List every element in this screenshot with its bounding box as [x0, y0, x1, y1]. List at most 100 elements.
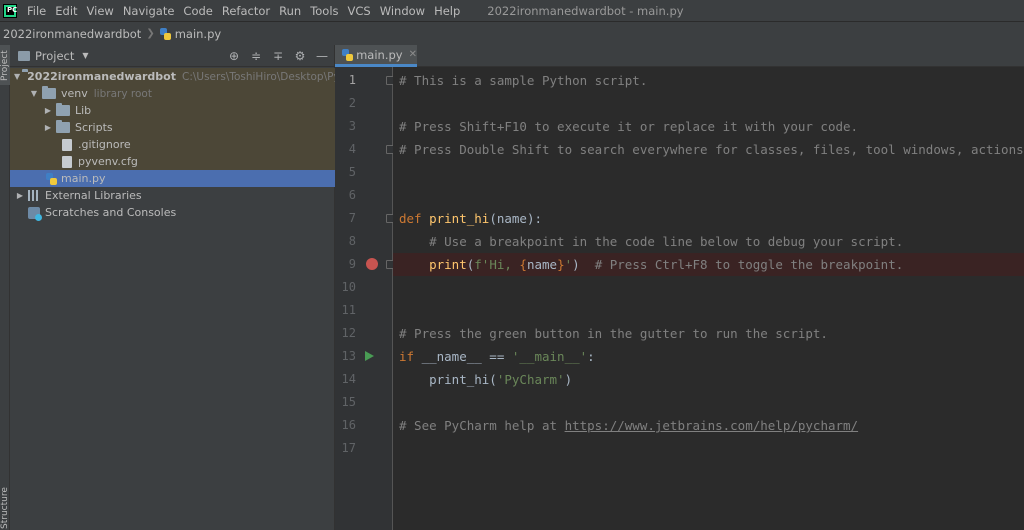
- python-file-icon: [342, 48, 354, 61]
- gear-icon[interactable]: ⚙: [294, 50, 306, 62]
- project-panel-title[interactable]: Project: [35, 49, 74, 63]
- code-line[interactable]: print_hi('PyCharm'): [393, 368, 1024, 391]
- help-link[interactable]: https://www.jetbrains.com/help/pycharm/: [565, 418, 859, 433]
- folder-icon: [56, 103, 70, 116]
- project-folder-icon: [18, 50, 30, 61]
- tree-item-label: Scratches and Consoles: [45, 206, 177, 219]
- menu-window[interactable]: Window: [380, 4, 425, 18]
- line-number[interactable]: 11: [335, 299, 356, 322]
- run-icon[interactable]: [365, 351, 374, 361]
- line-number[interactable]: 9: [335, 253, 356, 276]
- tree-item-label: .gitignore: [78, 138, 131, 151]
- expand-all-icon[interactable]: ≑: [250, 50, 262, 62]
- breakpoint-icon[interactable]: [366, 258, 378, 270]
- tree-item-project-root[interactable]: ▼ 2022ironmanedwardbot C:\Users\ToshiHir…: [10, 68, 364, 85]
- line-number[interactable]: 13: [335, 345, 356, 368]
- tree-item-label: Lib: [75, 104, 92, 117]
- code-token: :: [587, 349, 595, 364]
- code-line[interactable]: # Press Shift+F10 to execute it or repla…: [393, 115, 1024, 138]
- breadcrumb-file[interactable]: main.py: [175, 27, 222, 41]
- tree-item-scripts[interactable]: ▶ Scripts: [10, 119, 335, 136]
- tree-item-lib[interactable]: ▶ Lib: [10, 102, 335, 119]
- line-number[interactable]: 14: [335, 368, 356, 391]
- line-number[interactable]: 4: [335, 138, 356, 161]
- menu-help[interactable]: Help: [434, 4, 460, 18]
- file-icon: [62, 155, 72, 168]
- line-number[interactable]: 16: [335, 414, 356, 437]
- editor-tab-bar: main.py ✕: [335, 45, 1024, 67]
- menu-edit[interactable]: Edit: [55, 4, 77, 18]
- editor-gutter[interactable]: 1 2 3 4 5 6 7 8 9 10 11 12 13 14 15 16 17: [335, 67, 395, 530]
- code-line[interactable]: # Press Double Shift to search everywher…: [393, 138, 1024, 161]
- tab-label: main.py: [356, 47, 403, 62]
- code-line[interactable]: if __name__ == '__main__':: [393, 345, 1024, 368]
- chevron-right-icon[interactable]: ▶: [42, 106, 54, 115]
- menu-refactor[interactable]: Refactor: [222, 4, 270, 18]
- code-token: # Press Double Shift to search everywher…: [399, 142, 1024, 157]
- tree-item-pyvenv[interactable]: pyvenv.cfg: [10, 153, 335, 170]
- structure-tool-tab-label[interactable]: Structure: [0, 487, 10, 529]
- code-line[interactable]: [393, 437, 1024, 460]
- line-number[interactable]: 3: [335, 115, 356, 138]
- menu-navigate[interactable]: Navigate: [123, 4, 175, 18]
- minimize-icon[interactable]: —: [316, 50, 328, 62]
- code-line[interactable]: [393, 161, 1024, 184]
- code-line[interactable]: # Use a breakpoint in the code line belo…: [393, 230, 1024, 253]
- code-line[interactable]: print(f'Hi, {name}') # Press Ctrl+F8 to …: [393, 253, 1024, 276]
- code-line[interactable]: [393, 299, 1024, 322]
- chevron-down-icon[interactable]: ▼: [14, 72, 20, 81]
- pycharm-logo-icon[interactable]: PC: [3, 3, 17, 18]
- chevron-right-icon[interactable]: ▶: [14, 191, 26, 200]
- code-line[interactable]: # See PyCharm help at https://www.jetbra…: [393, 414, 1024, 437]
- menu-file[interactable]: File: [27, 4, 46, 18]
- line-number[interactable]: 8: [335, 230, 356, 253]
- code-line[interactable]: [393, 276, 1024, 299]
- line-number[interactable]: 1: [335, 69, 356, 92]
- menu-tools[interactable]: Tools: [310, 4, 338, 18]
- line-number[interactable]: 12: [335, 322, 356, 345]
- tree-item-main-py[interactable]: main.py: [10, 170, 335, 187]
- project-panel-header: Project ▼ ⊕ ≑ ∓ ⚙ —: [10, 45, 334, 67]
- code-line[interactable]: # Press the green button in the gutter t…: [393, 322, 1024, 345]
- close-icon[interactable]: ✕: [409, 49, 417, 60]
- tree-item-label: pyvenv.cfg: [78, 155, 138, 168]
- line-number[interactable]: 17: [335, 437, 356, 460]
- menu-vcs[interactable]: VCS: [348, 4, 371, 18]
- chevron-right-icon[interactable]: ▶: [42, 123, 54, 132]
- code-token: ): [564, 372, 573, 387]
- line-number[interactable]: 5: [335, 161, 356, 184]
- code-line[interactable]: def print_hi(name):: [393, 207, 1024, 230]
- tree-item-label: External Libraries: [45, 189, 142, 202]
- navigation-bar: 2022ironmanedwardbot ❯ main.py: [0, 21, 1024, 45]
- project-panel-tools: ⊕ ≑ ∓ ⚙ —: [228, 50, 334, 62]
- chevron-down-icon[interactable]: ▼: [82, 51, 88, 60]
- code-line[interactable]: [393, 391, 1024, 414]
- code-token: def: [399, 211, 430, 226]
- line-number[interactable]: 15: [335, 391, 356, 414]
- line-number[interactable]: 7: [335, 207, 356, 230]
- code-line[interactable]: [393, 184, 1024, 207]
- tree-item-scratches[interactable]: Scratches and Consoles: [10, 204, 335, 221]
- chevron-down-icon[interactable]: ▼: [28, 89, 40, 98]
- tab-main-py[interactable]: main.py ✕: [335, 45, 417, 67]
- menu-view[interactable]: View: [87, 4, 114, 18]
- tree-item-gitignore[interactable]: .gitignore: [10, 136, 335, 153]
- tree-item-external-libraries[interactable]: ▶ External Libraries: [10, 187, 335, 204]
- code-token: # Press the green button in the gutter t…: [399, 326, 828, 341]
- menu-code[interactable]: Code: [183, 4, 212, 18]
- line-number[interactable]: 6: [335, 184, 356, 207]
- menu-run[interactable]: Run: [279, 4, 301, 18]
- code-line[interactable]: [393, 92, 1024, 115]
- code-line[interactable]: # This is a sample Python script.: [393, 69, 1024, 92]
- breadcrumb-project[interactable]: 2022ironmanedwardbot: [3, 27, 141, 41]
- line-number[interactable]: 2: [335, 92, 356, 115]
- crosshair-icon[interactable]: ⊕: [228, 50, 240, 62]
- collapse-all-icon[interactable]: ∓: [272, 50, 284, 62]
- project-tool-tab[interactable]: Project: [0, 45, 10, 85]
- code-token: {: [519, 257, 527, 272]
- code-editor[interactable]: # This is a sample Python script. # Press…: [393, 67, 1024, 530]
- tree-item-hint: library root: [93, 87, 152, 100]
- tree-item-label: main.py: [61, 172, 106, 185]
- line-number[interactable]: 10: [335, 276, 356, 299]
- tree-item-venv[interactable]: ▼ venv library root: [10, 85, 335, 102]
